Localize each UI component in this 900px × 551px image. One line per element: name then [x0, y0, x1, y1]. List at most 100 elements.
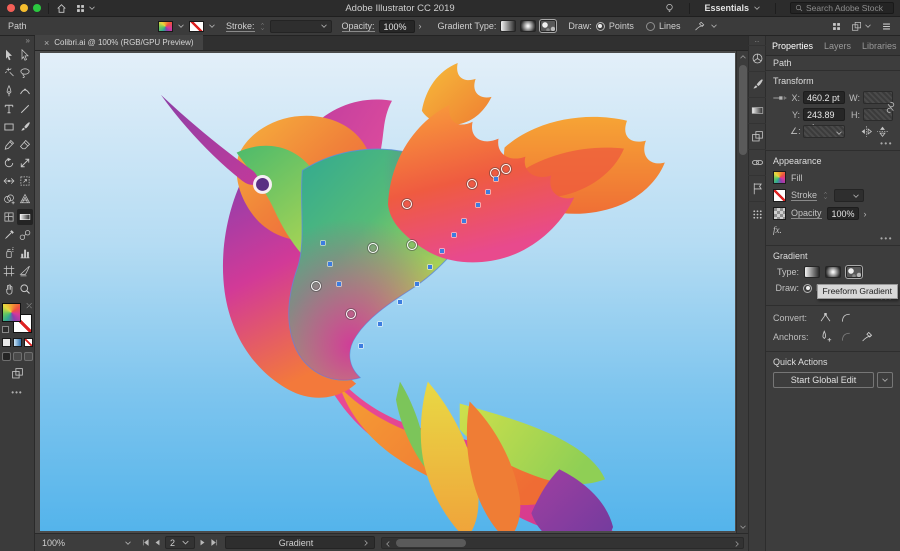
search-input[interactable]: Search Adobe Stock [790, 2, 894, 14]
path-anchor-point[interactable] [476, 203, 480, 207]
fx-effects-button[interactable]: fx. [773, 225, 782, 235]
direct-selection-tool[interactable] [17, 47, 33, 63]
x-value-field[interactable]: 460.2 pt [803, 91, 845, 104]
lasso-tool[interactable] [17, 65, 33, 81]
tab-libraries[interactable]: Libraries [862, 41, 897, 51]
opacity-link[interactable]: Opacity [791, 208, 822, 219]
status-menu-arrow-icon[interactable] [362, 539, 370, 547]
stroke-weight-stepper[interactable] [822, 191, 829, 200]
rotate-tool[interactable] [1, 155, 17, 171]
transform-panel-icon[interactable] [748, 201, 766, 227]
stroke-color-swatch[interactable] [189, 21, 204, 32]
blend-tool[interactable] [17, 227, 33, 243]
gradient-stop-point[interactable] [311, 281, 321, 291]
selection-tool[interactable] [1, 47, 17, 63]
stroke-weight-stepper[interactable] [259, 22, 266, 31]
curvature-tool[interactable] [17, 83, 33, 99]
canvas[interactable] [35, 51, 748, 533]
status-display[interactable]: Gradient [225, 536, 375, 549]
dock-grip[interactable]: ‥ [755, 37, 760, 45]
path-anchor-point[interactable] [494, 177, 498, 181]
freeform-gradient-button[interactable] [846, 266, 862, 278]
convert-to-corner-icon[interactable] [819, 311, 832, 324]
vertical-scroll-thumb[interactable] [739, 65, 747, 155]
symbol-sprayer-tool[interactable] [1, 245, 17, 261]
change-screen-mode-icon[interactable] [11, 367, 24, 380]
first-artboard-icon[interactable] [141, 538, 150, 547]
rectangle-tool[interactable] [1, 119, 17, 135]
zoom-tool[interactable] [17, 281, 33, 297]
none-mode-button[interactable] [24, 338, 33, 347]
add-anchor-icon[interactable] [819, 330, 832, 343]
gradient-tool[interactable] [17, 209, 33, 225]
path-anchor-point[interactable] [452, 233, 456, 237]
draw-behind-button[interactable] [13, 352, 22, 361]
paintbrush-tool[interactable] [17, 119, 33, 135]
scroll-left-icon[interactable] [384, 540, 392, 548]
arrange-documents-icon[interactable] [75, 3, 86, 14]
scroll-right-icon[interactable] [733, 540, 741, 548]
opacity-expand-arrow[interactable]: › [419, 21, 422, 31]
eraser-tool[interactable] [17, 137, 33, 153]
reference-point-icon[interactable] [773, 93, 787, 103]
flip-horizontal-icon[interactable] [860, 125, 873, 138]
path-anchor-point[interactable] [321, 241, 325, 245]
next-artboard-icon[interactable] [198, 538, 207, 547]
chevron-down-icon[interactable] [208, 22, 216, 30]
gradient-stop-point[interactable] [402, 199, 412, 209]
path-anchor-point[interactable] [415, 282, 419, 286]
gradient-stop-point[interactable] [407, 240, 417, 250]
horizontal-scroll-thumb[interactable] [396, 539, 466, 547]
close-window-button[interactable] [7, 4, 15, 12]
edit-toolbar-button[interactable]: ••• [11, 388, 22, 397]
artboards-panel-icon[interactable] [748, 123, 766, 149]
freeform-gradient-button[interactable] [540, 20, 556, 32]
magic-wand-tool[interactable] [1, 65, 17, 81]
gradient-mode-button[interactable] [13, 338, 22, 347]
chevron-down-icon[interactable] [88, 4, 96, 12]
pencil-tool[interactable] [1, 137, 17, 153]
draw-lines-radio[interactable] [646, 22, 655, 31]
flip-vertical-icon[interactable] [876, 125, 889, 138]
hummingbird-artwork[interactable] [40, 53, 735, 531]
shape-builder-tool[interactable] [1, 191, 17, 207]
hand-tool[interactable] [1, 281, 17, 297]
gradient-stop-point[interactable] [346, 309, 356, 319]
radial-gradient-button[interactable] [825, 266, 841, 278]
scale-tool[interactable] [17, 155, 33, 171]
convert-to-smooth-icon[interactable] [840, 311, 853, 324]
opacity-value-field[interactable]: 100% [379, 20, 415, 33]
perspective-grid-tool[interactable] [17, 191, 33, 207]
workspace-switcher[interactable]: Essentials [704, 3, 761, 13]
path-anchor-point[interactable] [328, 262, 332, 266]
fill-swatch[interactable] [773, 171, 786, 184]
last-artboard-icon[interactable] [210, 538, 219, 547]
appearance-more-options[interactable]: ••• [880, 234, 893, 243]
opacity-swatch[interactable] [773, 207, 786, 220]
fill-proxy-swatch[interactable] [2, 303, 21, 322]
color-mode-button[interactable] [2, 338, 11, 347]
draw-points-radio[interactable] [803, 284, 812, 293]
eyedropper-tool[interactable] [1, 227, 17, 243]
vertical-scrollbar[interactable] [736, 51, 748, 533]
zoom-level-dropdown[interactable]: 100% [39, 536, 135, 549]
gradient-stop-point[interactable] [501, 164, 511, 174]
mesh-tool[interactable] [1, 209, 17, 225]
default-fill-stroke-icon[interactable] [2, 326, 9, 333]
global-edit-options-button[interactable] [877, 372, 893, 388]
close-tab-icon[interactable]: × [44, 38, 49, 48]
draw-normal-button[interactable] [2, 352, 11, 361]
path-anchor-point[interactable] [398, 300, 402, 304]
horizontal-scrollbar[interactable] [381, 537, 744, 549]
path-anchor-point[interactable] [428, 265, 432, 269]
radial-gradient-button[interactable] [520, 20, 536, 32]
path-anchor-point[interactable] [337, 282, 341, 286]
stroke-weight-dropdown[interactable] [834, 189, 864, 202]
opacity-expand-arrow[interactable]: › [864, 209, 867, 219]
linear-gradient-button[interactable] [804, 266, 820, 278]
column-graph-tool[interactable] [17, 245, 33, 261]
opacity-value-field[interactable]: 100% [827, 207, 859, 220]
scroll-down-icon[interactable] [739, 523, 747, 531]
opacity-panel-link[interactable]: Opacity: [342, 21, 375, 32]
path-anchor-point[interactable] [440, 249, 444, 253]
